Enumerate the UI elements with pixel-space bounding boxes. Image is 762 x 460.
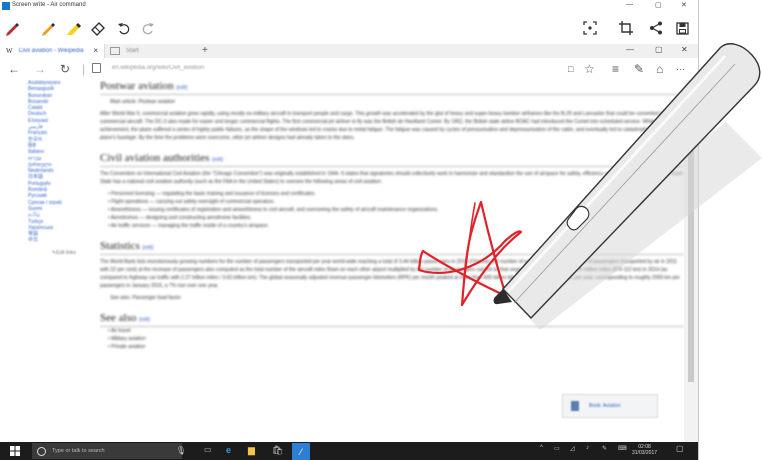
screen-write-title: Screen write - Air command [12,2,86,8]
tray-chevron-icon[interactable]: ^ [540,445,543,451]
tab-civil-aviation[interactable]: W Civil aviation - Wikipedia × [0,44,105,58]
language-sidebar: Asalalaywyara Benaagusik Bunurakan Bosan… [14,80,84,256]
vertical-scrollbar[interactable] [684,80,698,442]
hub-icon[interactable]: ≡ [612,62,619,76]
start-tab-icon [110,47,120,55]
edit-link[interactable]: [edit] [176,85,187,91]
heading-text: See also [100,312,137,324]
edit-link[interactable]: [edit] [139,317,150,323]
device-screen: Screen write - Air command — ▢ ✕ W Civil… [0,0,699,460]
keyboard-icon[interactable]: ⌨ [618,445,627,452]
eraser-icon[interactable] [88,18,108,38]
book-link[interactable]: Book: Aviation [589,403,621,409]
pen-tray-icon[interactable]: ✎ [602,445,607,452]
reading-view-icon[interactable]: □ [568,64,573,74]
redo-icon[interactable] [138,18,158,38]
search-placeholder: Type or talk to search [52,448,105,454]
scrollbar-thumb[interactable] [688,96,694,382]
section-heading: Postwar aviation [edit] [100,80,684,95]
list-item: • Air traffic services — managing the tr… [108,223,269,229]
volume-icon[interactable]: ♪ [586,445,589,451]
paragraph: The World Bank lists monotonously growin… [100,259,680,289]
red-pen-icon[interactable] [2,18,22,38]
edit-links[interactable]: ✎Edit links [14,250,84,256]
orange-pen-icon[interactable] [38,18,58,38]
lock-icon [92,63,101,73]
section-heading: Civil aviation authorities [edit] [100,152,684,167]
section-heading: See also [edit] [100,312,684,327]
clock-date: 31/03/2017 [632,450,658,456]
tab-label: Start [126,48,139,54]
url-field[interactable]: en.wikipedia.org/wiki/Civil_aviation [112,65,204,71]
taskbar: Type or talk to search 🎙 ▭ e ▆ 🛍 ⁄ ^ ▭ ◿… [0,442,698,460]
clock[interactable]: 02:08 31/03/2017 [632,444,657,456]
heading-text: Civil aviation authorities [100,152,210,164]
edit-link[interactable]: [edit] [212,157,223,163]
back-icon[interactable]: ← [8,62,20,76]
paragraph: The Convention on International Civil Av… [100,171,684,185]
save-icon[interactable] [672,18,692,38]
more-icon[interactable]: ··· [676,64,685,74]
article-body: Postwar aviation [edit] Main article: Po… [100,80,684,351]
hatnote: Main article: Postwar aviation [110,99,176,105]
book-icon [571,401,579,411]
browser-tab-bar: W Civil aviation - Wikipedia × Start + —… [0,44,698,59]
screen-write-titlebar: Screen write - Air command — ▢ ✕ [0,0,698,12]
share-page-icon[interactable]: ⌂ [656,62,663,76]
list-item: • Aerodromes — designing and constructin… [108,215,252,221]
windows-start-icon[interactable] [10,446,20,458]
share-icon[interactable] [646,18,666,38]
forward-icon[interactable]: → [34,62,46,76]
section-heading: Statistics [edit] [100,240,684,255]
book-box[interactable]: Book: Aviation [562,394,658,418]
tab-start[interactable]: Start [106,44,196,58]
list-item: • Personnel licensing — regulating the b… [108,191,316,197]
web-note-icon[interactable]: ✎ [634,62,644,76]
browser-minimize-button[interactable]: — [626,45,634,54]
list-item[interactable]: • Air travel [100,327,684,335]
list-item: • Airworthiness — issuing certificates o… [108,207,439,213]
taskbar-search[interactable]: Type or talk to search 🎙 [32,443,186,459]
hatnote: See also: Passenger load factor [110,295,181,301]
select-capture-icon[interactable] [580,18,600,38]
language-link[interactable]: 中文 [14,237,84,243]
browser-close-button[interactable]: ✕ [681,45,688,54]
cortana-icon [37,446,46,456]
pen-toolbar [0,12,698,45]
microphone-icon[interactable]: 🎙 [176,446,186,455]
close-button[interactable]: ✕ [681,1,687,9]
favorites-star-icon[interactable]: ☆ [584,62,595,76]
store-icon[interactable]: 🛍 [272,445,283,456]
tab-label: Civil aviation - Wikipedia [18,48,84,54]
battery-icon[interactable]: ▭ [554,445,560,452]
new-tab-button[interactable]: + [202,45,208,56]
minimize-button[interactable]: — [626,1,633,8]
screen-write-logo-icon [2,2,10,10]
action-center-icon[interactable]: ▢ [676,444,684,453]
edge-icon[interactable]: e [226,445,231,455]
wikipedia-favicon-icon: W [6,47,13,55]
heading-text: Statistics [100,240,140,252]
yellow-highlighter-icon[interactable] [64,18,84,38]
list-item[interactable]: • Military aviation [100,335,684,343]
edit-link[interactable]: [edit] [142,245,153,251]
undo-icon[interactable] [114,18,134,38]
list-item: • Flight operations — carrying out safet… [108,199,275,205]
list-item[interactable]: • Private aviation [100,343,684,351]
heading-text: Postwar aviation [100,80,174,92]
paragraph: After World War II, commercial aviation … [100,111,681,141]
page-content: Asalalaywyara Benaagusik Bunurakan Bosan… [0,80,684,442]
tab-close-icon[interactable]: × [93,46,98,55]
task-view-icon[interactable]: ▭ [204,445,212,454]
refresh-icon[interactable]: ↻ [60,62,70,76]
browser-maximize-button[interactable]: ▢ [655,45,663,54]
separator: | [82,62,86,76]
file-explorer-icon[interactable]: ▆ [248,445,255,456]
address-bar: ← → ↻ | en.wikipedia.org/wiki/Civil_avia… [0,58,698,81]
crop-icon[interactable] [616,18,636,38]
screen-write-app-icon[interactable]: ⁄ [292,443,310,460]
maximize-button[interactable]: ▢ [655,1,662,9]
network-icon[interactable]: ◿ [570,445,575,452]
